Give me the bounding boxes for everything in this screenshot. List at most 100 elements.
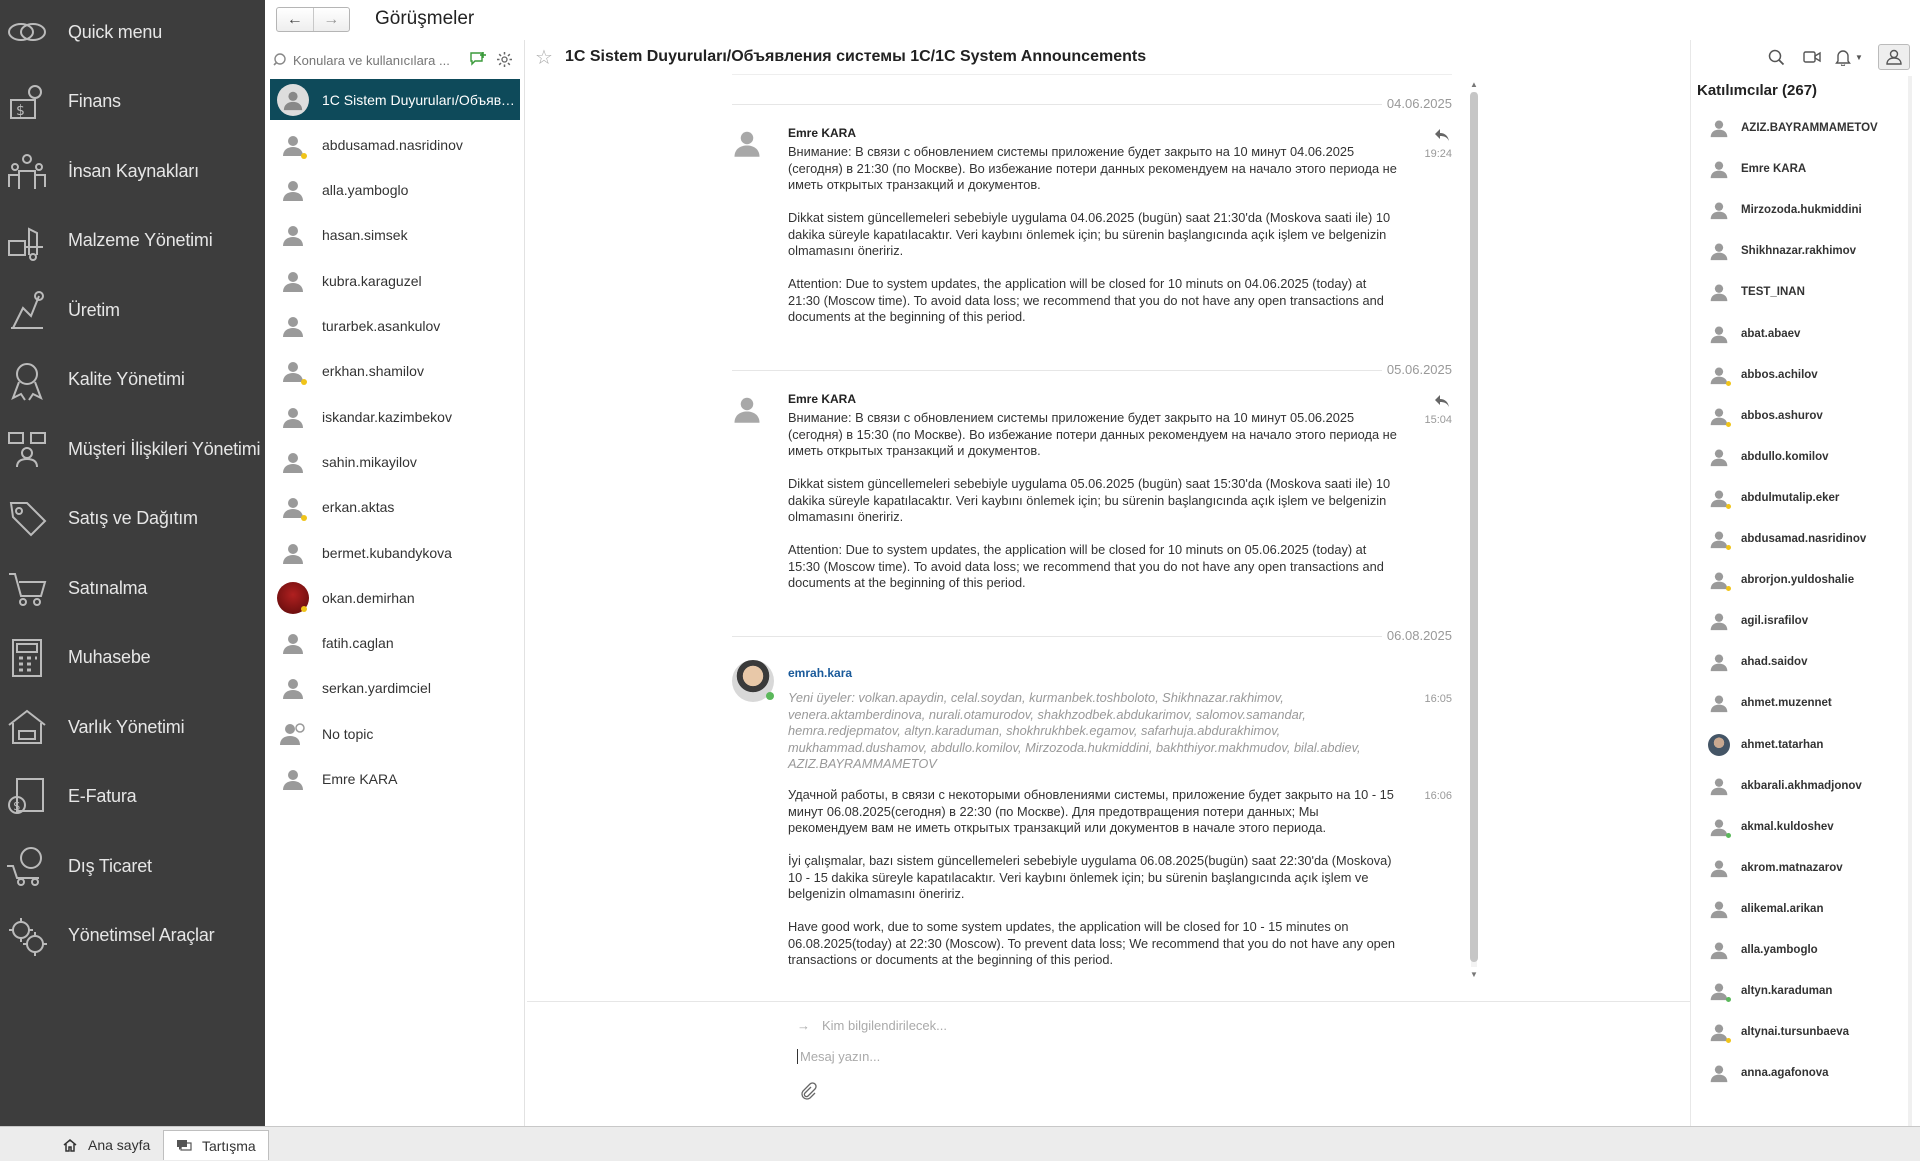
conversation-item[interactable]: erkan.aktas xyxy=(270,487,520,528)
back-button[interactable]: ← xyxy=(277,8,313,31)
date-separator: 04.06.2025 xyxy=(732,94,1452,114)
status-away-indicator xyxy=(1726,421,1731,427)
conversation-item[interactable]: 1C Sistem Duyuruları/Объявления системы … xyxy=(270,79,520,120)
avatar xyxy=(1707,116,1731,140)
paperclip-icon[interactable] xyxy=(799,1082,817,1100)
participants-panel: Katılımcılar (267) AZIZ.BAYRAMMAMETOV Emr… xyxy=(1690,40,1920,1126)
participant-item[interactable]: akrom.matnazarov xyxy=(1707,853,1917,883)
participants-scrollbar[interactable] xyxy=(1908,76,1912,1126)
new-conversation-button[interactable] xyxy=(467,48,489,70)
participant-item[interactable]: abdullo.komilov xyxy=(1707,442,1917,472)
menu-item-purchase[interactable]: Satınalma xyxy=(0,558,265,618)
participant-item[interactable]: akmal.kuldoshev xyxy=(1707,812,1917,842)
menu-item-accounting[interactable]: Muhasebe xyxy=(0,628,265,688)
avatar xyxy=(276,173,310,207)
participant-item[interactable]: alikemal.arikan xyxy=(1707,894,1917,924)
participant-name: Emre KARA xyxy=(1741,163,1807,176)
new-conversation-icon xyxy=(470,52,486,66)
avatar xyxy=(732,128,776,172)
conversation-item[interactable]: serkan.yardimciel xyxy=(270,668,520,709)
menu-item-label: İnsan Kaynakları xyxy=(68,160,199,181)
menu-item-quick-menu[interactable]: Quick menu xyxy=(0,2,265,62)
participant-item[interactable]: alla.yamboglo xyxy=(1707,935,1917,965)
conversation-item[interactable]: kubra.karaguzel xyxy=(270,260,520,301)
participant-item[interactable]: ahmet.tatarhan xyxy=(1707,730,1917,760)
forward-button[interactable]: → xyxy=(312,8,350,31)
avatar xyxy=(276,626,310,660)
conversation-item[interactable]: turarbek.asankulov xyxy=(270,306,520,347)
conversation-search[interactable] xyxy=(273,48,463,72)
menu-item-hr[interactable]: İnsan Kaynakları xyxy=(0,141,265,201)
conversation-item[interactable]: Emre KARA xyxy=(270,759,520,800)
participant-item[interactable]: AZIZ.BAYRAMMAMETOV xyxy=(1707,113,1917,143)
tab-home[interactable]: Ana sayfa xyxy=(50,1130,162,1160)
conversation-item[interactable]: hasan.simsek xyxy=(270,215,520,256)
participant-item[interactable]: abdulmutalip.eker xyxy=(1707,483,1917,513)
conversation-item[interactable]: No topic xyxy=(270,713,520,754)
message-time: 19:24 xyxy=(1424,148,1452,160)
message-scrollbar[interactable]: ▲ ▼ xyxy=(1469,80,1479,980)
search-input[interactable] xyxy=(293,52,463,68)
menu-item-material[interactable]: Malzeme Yönetimi xyxy=(0,211,265,271)
participants-title: Katılımcılar (267) xyxy=(1697,82,1818,99)
participant-item[interactable]: Emre KARA xyxy=(1707,154,1917,184)
conversation-item[interactable]: bermet.kubandykova xyxy=(270,532,520,573)
reply-icon[interactable] xyxy=(1434,394,1450,408)
star-icon[interactable]: ☆ xyxy=(535,45,553,70)
date-label: 04.06.2025 xyxy=(1386,96,1452,111)
participant-item[interactable]: abrorjon.yuldoshalie xyxy=(1707,565,1917,595)
menu-item-asset[interactable]: Varlık Yönetimi xyxy=(0,697,265,757)
settings-button[interactable] xyxy=(493,48,515,70)
participant-item[interactable]: ahmet.muzennet xyxy=(1707,688,1917,718)
menu-item-tools[interactable]: Yönetimsel Araçlar xyxy=(0,906,265,966)
conversation-name: alla.yamboglo xyxy=(322,182,409,199)
message-author[interactable]: emrah.kara xyxy=(788,666,852,680)
participant-name: abrorjon.yuldoshalie xyxy=(1741,574,1855,587)
menu-item-invoice[interactable]: $ E-Fatura xyxy=(0,767,265,827)
avatar xyxy=(1707,815,1731,839)
avatar xyxy=(276,264,310,298)
participant-item[interactable]: altynai.tursunbaeva xyxy=(1707,1017,1917,1047)
participant-item[interactable]: anna.agafonova xyxy=(1707,1058,1917,1088)
status-online-indicator xyxy=(1726,997,1731,1003)
menu-item-crm[interactable]: Müşteri İlişkileri Yönetimi xyxy=(0,419,265,479)
message-input[interactable]: Mesaj yazın... xyxy=(797,1049,880,1064)
menu-item-foreign-trade[interactable]: Dış Ticaret xyxy=(0,836,265,896)
recipients-field[interactable]: → Kim bilgilendirilecek... xyxy=(797,1018,947,1033)
reply-icon[interactable] xyxy=(1434,128,1450,142)
menu-item-sales[interactable]: Satış ve Dağıtım xyxy=(0,489,265,549)
conversation-item[interactable]: erkhan.shamilov xyxy=(270,351,520,392)
message-author[interactable]: Emre KARA xyxy=(788,126,856,140)
menu-item-label: Dış Ticaret xyxy=(68,855,152,876)
participant-item[interactable]: abat.abaev xyxy=(1707,319,1917,349)
conversation-item[interactable]: iskandar.kazimbekov xyxy=(270,396,520,437)
avatar xyxy=(1707,157,1731,181)
conversation-item[interactable]: alla.yamboglo xyxy=(270,170,520,211)
date-separator: 05.06.2025 xyxy=(732,360,1452,380)
conversation-item[interactable]: fatih.caglan xyxy=(270,623,520,664)
participant-item[interactable]: TEST_INAN xyxy=(1707,277,1917,307)
menu-item-production[interactable]: Üretim xyxy=(0,280,265,340)
scrollbar-thumb[interactable] xyxy=(1470,92,1478,962)
tab-discussion[interactable]: Tartışma xyxy=(163,1130,269,1160)
message-author[interactable]: Emre KARA xyxy=(788,392,856,406)
participant-item[interactable]: agil.israfilov xyxy=(1707,606,1917,636)
menu-item-quality[interactable]: Kalite Yönetimi xyxy=(0,350,265,410)
menu-item-label: E-Fatura xyxy=(68,786,137,806)
participant-item[interactable]: altyn.karaduman xyxy=(1707,976,1917,1006)
avatar xyxy=(276,218,310,252)
participant-item[interactable]: abdusamad.nasridinov xyxy=(1707,524,1917,554)
participant-item[interactable]: akbarali.akhmadjonov xyxy=(1707,771,1917,801)
conversation-item[interactable]: sahin.mikayilov xyxy=(270,441,520,482)
participant-name: abdullo.komilov xyxy=(1741,450,1829,463)
participant-item[interactable]: ahad.saidov xyxy=(1707,647,1917,677)
participant-item[interactable]: abbos.achilov xyxy=(1707,360,1917,390)
participant-name: ahmet.tatarhan xyxy=(1741,738,1824,751)
participant-item[interactable]: Mirzozoda.hukmiddini xyxy=(1707,195,1917,225)
menu-item-finance[interactable]: $ Finans xyxy=(0,72,265,132)
conversation-item[interactable]: abdusamad.nasridinov xyxy=(270,124,520,165)
participant-item[interactable]: abbos.ashurov xyxy=(1707,401,1917,431)
search-icon xyxy=(273,53,286,66)
participant-item[interactable]: Shikhnazar.rakhimov xyxy=(1707,236,1917,266)
conversation-item[interactable]: okan.demirhan xyxy=(270,577,520,618)
